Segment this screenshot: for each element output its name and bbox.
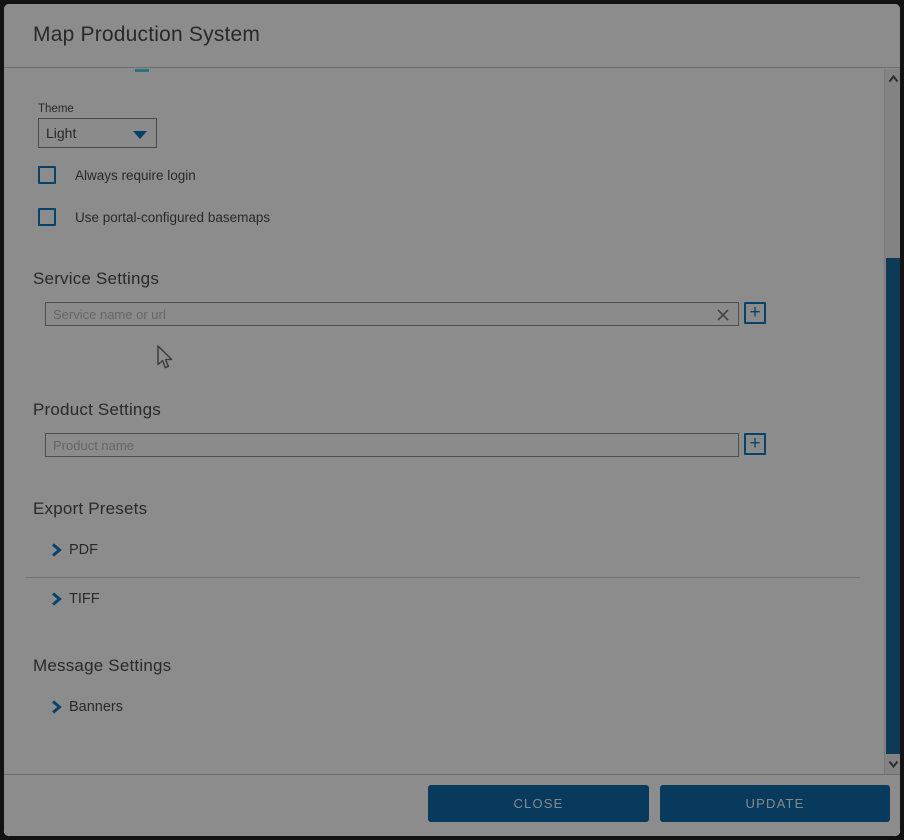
service-name-input[interactable]	[45, 302, 739, 326]
vertical-scrollbar[interactable]	[884, 69, 900, 774]
portal-basemaps-label: Use portal-configured basemaps	[75, 210, 270, 225]
settings-content: Theme Light Always require login Use por…	[4, 69, 900, 774]
dialog-footer: CLOSE UPDATE	[4, 774, 900, 836]
theme-label: Theme	[38, 103, 74, 115]
portal-basemaps-checkbox[interactable]	[38, 208, 56, 226]
close-button[interactable]: CLOSE	[428, 785, 649, 822]
always-require-login-label: Always require login	[75, 168, 196, 183]
map-production-system-dialog: Map Production System Theme Light Always…	[4, 4, 900, 836]
service-settings-heading: Service Settings	[33, 269, 159, 289]
always-require-login-row: Always require login	[38, 166, 196, 184]
scroll-down-icon[interactable]	[885, 756, 900, 772]
update-button[interactable]: UPDATE	[660, 785, 890, 822]
add-product-button[interactable]: +	[744, 433, 766, 455]
product-name-input[interactable]	[45, 433, 739, 457]
clear-icon[interactable]	[715, 307, 731, 323]
theme-select[interactable]: Light	[38, 118, 157, 148]
add-icon: +	[749, 302, 760, 323]
chevron-right-icon	[50, 543, 62, 557]
export-preset-tiff-row[interactable]: TIFF	[50, 591, 100, 607]
export-preset-pdf-label: PDF	[69, 542, 98, 558]
chevron-right-icon	[50, 700, 62, 714]
scrollbar-thumb[interactable]	[886, 258, 900, 754]
portal-basemaps-row: Use portal-configured basemaps	[38, 208, 270, 226]
export-preset-pdf-row[interactable]: PDF	[50, 542, 98, 558]
banners-label: Banners	[69, 699, 123, 715]
always-require-login-checkbox[interactable]	[38, 166, 56, 184]
add-icon: +	[749, 433, 760, 454]
scrolled-content-fragment	[135, 69, 149, 72]
export-preset-tiff-label: TIFF	[69, 591, 100, 607]
banners-row[interactable]: Banners	[50, 699, 123, 715]
row-divider	[25, 577, 860, 578]
product-settings-heading: Product Settings	[33, 400, 161, 420]
window-frame: Map Production System Theme Light Always…	[0, 0, 904, 840]
message-settings-heading: Message Settings	[33, 656, 171, 676]
chevron-right-icon	[50, 592, 62, 606]
dialog-title: Map Production System	[33, 23, 260, 47]
chevron-down-icon	[133, 131, 147, 139]
add-service-button[interactable]: +	[744, 302, 766, 324]
mouse-cursor	[156, 345, 174, 371]
export-presets-heading: Export Presets	[33, 499, 147, 519]
theme-select-value: Light	[46, 125, 76, 141]
scroll-up-icon[interactable]	[885, 71, 900, 87]
dialog-header: Map Production System	[4, 4, 900, 68]
